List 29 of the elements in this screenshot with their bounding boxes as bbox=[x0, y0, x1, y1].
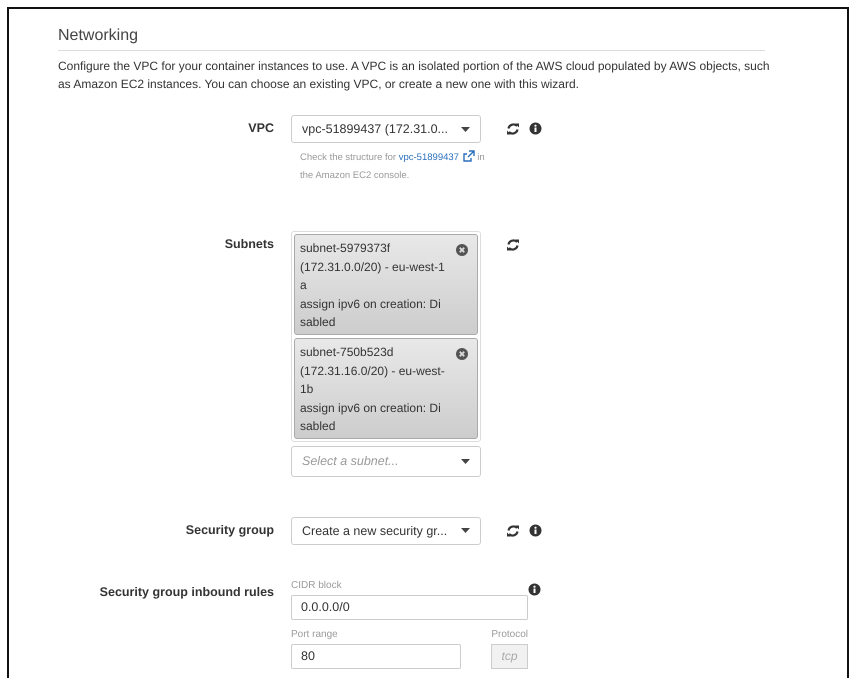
dropdown[interactable]: vpc-51899437 (172.31.0... bbox=[291, 115, 481, 143]
remove-icon[interactable] bbox=[456, 348, 468, 360]
field-caption: CIDR block bbox=[291, 578, 343, 593]
caret-icon bbox=[461, 126, 470, 132]
section-title: Networking bbox=[58, 27, 765, 51]
section-description: Configure the VPC for your container instances to use. A VPC is an isolated portion of the AWS cloud populated by AWS objects, such as Amazon EC2 instances. You can choose an existing VPC, or create a new one with this wizard. bbox=[58, 58, 771, 93]
field-caption: Protocol bbox=[491, 628, 528, 642]
cidr-field[interactable]: 0.0.0.0/0 bbox=[291, 594, 528, 620]
field-label: VPC bbox=[247, 120, 275, 135]
field-caption: Port range bbox=[291, 628, 339, 642]
info-icon[interactable] bbox=[528, 582, 541, 596]
remove-icon[interactable] bbox=[456, 244, 468, 256]
field-label: Security group bbox=[184, 522, 275, 537]
refresh-icon[interactable] bbox=[506, 238, 520, 252]
vpc-link[interactable]: vpc-51899437 bbox=[398, 152, 459, 163]
info-icon[interactable] bbox=[529, 524, 542, 537]
port-field[interactable]: 80 bbox=[291, 644, 461, 669]
caret-icon bbox=[461, 458, 470, 464]
refresh-icon[interactable] bbox=[506, 524, 520, 538]
refresh-icon[interactable] bbox=[506, 122, 520, 136]
help-text: Check the structure for vpc-51899437 in the Amazon EC2 console. bbox=[300, 149, 486, 183]
caret-icon bbox=[461, 528, 470, 534]
subnet-chip[interactable]: subnet-5979373f (172.31.0.0/20) - eu-west-1 a assign ipv6 on creation: Di sabled bbox=[294, 234, 478, 335]
field-label: Subnets bbox=[224, 236, 275, 251]
subnet-chip[interactable]: subnet-750b523d (172.31.16.0/20) - eu-west- 1b assign ipv6 on creation: Di sabled bbox=[294, 338, 478, 439]
dropdown[interactable]: Create a new security gr... bbox=[291, 516, 481, 545]
field-label: Security group inbound rules bbox=[98, 584, 275, 599]
external-link-icon[interactable] bbox=[462, 150, 475, 162]
info-icon[interactable] bbox=[529, 122, 542, 135]
